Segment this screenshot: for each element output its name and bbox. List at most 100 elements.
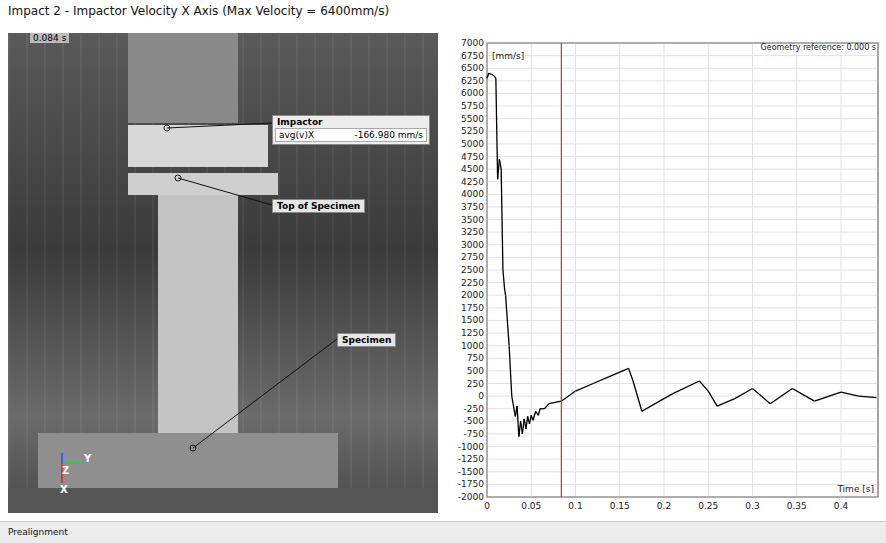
grid-line <box>487 471 878 472</box>
quantity: avg(v)X <box>279 130 314 140</box>
series-segment <box>501 169 503 270</box>
main-area: 0.084 s Impactor avg(v)X -166.980 mm/s Top o… <box>0 33 886 521</box>
grid-line <box>487 244 878 245</box>
grid-line <box>487 68 878 69</box>
y-tick: 500 <box>467 366 484 376</box>
grid-line <box>487 433 878 434</box>
y-tick: 2000 <box>461 290 484 300</box>
grid-line <box>487 333 878 334</box>
impactor-title: Impactor <box>273 116 429 128</box>
y-tick: 2250 <box>461 278 484 288</box>
series-segment <box>487 73 489 78</box>
y-tick: 6250 <box>461 76 484 86</box>
x-tick: 0.15 <box>610 501 630 511</box>
series-segment <box>504 290 506 295</box>
series-segment <box>753 389 762 397</box>
grid-line <box>487 282 878 283</box>
grid-line <box>752 43 753 497</box>
series-segment <box>529 415 531 424</box>
y-tick: 5000 <box>461 139 484 149</box>
y-tick: -1500 <box>458 467 484 477</box>
series-segment <box>533 411 536 420</box>
y-tick: 1500 <box>461 315 484 325</box>
grid-line <box>487 93 878 94</box>
plot-area <box>487 43 878 497</box>
y-tick: -1750 <box>458 479 484 489</box>
title-bar: Impact 2 - Impactor Velocity X Axis (Max… <box>0 0 886 33</box>
series-segment <box>540 408 544 409</box>
y-tick: 6500 <box>461 63 484 73</box>
grid-line <box>531 43 532 497</box>
grid-line <box>487 446 878 447</box>
chart-title: Impact 2 - Impactor Velocity X Axis (Max… <box>8 4 389 18</box>
series-segment <box>499 159 501 169</box>
x-tick: 0.25 <box>698 501 718 511</box>
series-segment <box>761 396 770 404</box>
series-segment <box>735 389 753 399</box>
y-tick: 6750 <box>461 51 484 61</box>
series-segment <box>576 384 594 392</box>
leader-line <box>193 339 337 448</box>
series-segment <box>489 73 492 74</box>
series-segment <box>561 391 575 401</box>
y-tick: 3250 <box>461 227 484 237</box>
series-segment <box>496 78 498 179</box>
grid-line <box>487 219 878 220</box>
x-tick: 0.35 <box>787 501 807 511</box>
series-segment <box>717 399 735 407</box>
y-tick: 750 <box>467 353 484 363</box>
grid-line <box>708 43 709 497</box>
series-segment <box>503 270 505 290</box>
y-tick: -750 <box>464 429 485 439</box>
series-segment <box>806 396 815 401</box>
series-segment <box>593 376 611 384</box>
leader-line <box>167 123 272 128</box>
y-tick: -1250 <box>458 454 484 464</box>
x-tick: 0.2 <box>657 501 671 511</box>
y-tick: 1750 <box>461 303 484 313</box>
y-tick: 1000 <box>461 341 484 351</box>
chart-panel: 7000675065006250600057505500525050004750… <box>444 33 886 517</box>
y-tick: -250 <box>464 404 485 414</box>
grid-line <box>487 118 878 119</box>
y-tick: 5250 <box>461 126 484 136</box>
point-label[interactable]: Top of Specimen <box>272 199 365 213</box>
grid-line <box>487 345 878 346</box>
series-segment <box>814 392 841 401</box>
y-tick: 3750 <box>461 202 484 212</box>
y-tick: 4250 <box>461 177 484 187</box>
point-marker <box>164 125 170 131</box>
y-tick: 0 <box>478 391 484 401</box>
series-segment <box>498 159 500 179</box>
series-segment <box>549 401 561 404</box>
x-tick: 0.3 <box>745 501 759 511</box>
series-segment <box>770 389 792 404</box>
series-segment <box>859 396 877 398</box>
series-segment <box>655 394 673 404</box>
series-segment <box>538 409 540 416</box>
grid-line <box>487 358 878 359</box>
grid-line <box>487 143 878 144</box>
x-tick: 0.4 <box>834 501 849 511</box>
plot-frame <box>487 43 878 497</box>
y-tick: 4500 <box>461 164 484 174</box>
series <box>487 73 876 436</box>
time-cursor[interactable] <box>561 43 562 497</box>
series-segment <box>506 295 510 345</box>
series-segment <box>633 381 642 411</box>
series-segment <box>522 419 524 434</box>
y-tick: 5750 <box>461 101 484 111</box>
y-tick: 2750 <box>461 252 484 262</box>
impactor-label[interactable]: Impactor avg(v)X -166.980 mm/s <box>272 115 430 145</box>
geometry-reference: Geometry reference: 0.000 s <box>761 43 876 52</box>
grid-line <box>487 396 878 397</box>
point-label[interactable]: Specimen <box>337 333 396 347</box>
x-tick: 0 <box>484 501 490 511</box>
grid-line <box>487 257 878 258</box>
leader-lines <box>8 33 438 513</box>
series-segment <box>708 391 717 406</box>
time-stamp: 0.084 s <box>30 33 69 43</box>
grid-line <box>487 421 878 422</box>
velocity-chart: 7000675065006250600057505500525050004750… <box>444 33 884 513</box>
value: -166.980 mm/s <box>354 130 423 140</box>
